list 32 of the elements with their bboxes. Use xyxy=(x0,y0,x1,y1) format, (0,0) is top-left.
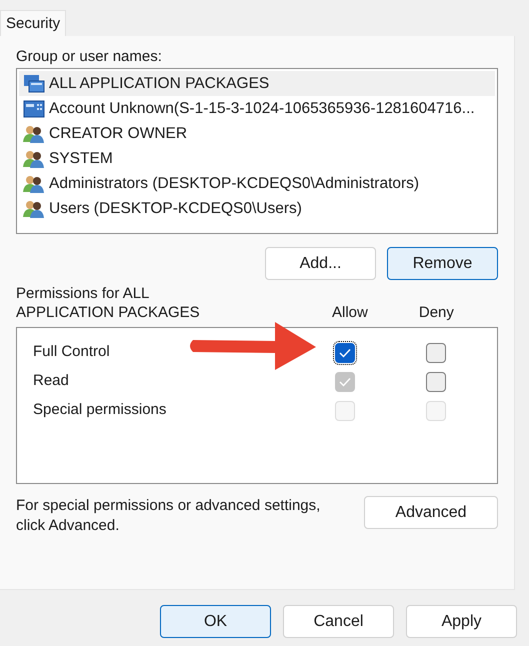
permission-name: Special permissions xyxy=(33,400,168,420)
checkbox[interactable] xyxy=(335,342,355,362)
permission-name: Read xyxy=(33,371,70,392)
list-item[interactable]: Users (DESKTOP-KCDEQS0\Users) xyxy=(19,196,495,221)
tab[interactable]: Security xyxy=(0,10,66,36)
users-icon xyxy=(23,174,45,192)
list-item[interactable]: CREATOR OWNER xyxy=(19,121,495,146)
button[interactable]: Add... xyxy=(265,247,376,280)
checkbox[interactable] xyxy=(426,372,446,392)
list-item[interactable]: ALL APPLICATION PACKAGES xyxy=(19,71,495,96)
list-item[interactable]: SYSTEM xyxy=(19,146,495,171)
check-icon xyxy=(339,348,351,358)
button[interactable]: Remove xyxy=(387,247,498,280)
checkbox[interactable] xyxy=(426,342,446,362)
button[interactable]: Apply xyxy=(406,605,517,638)
users-icon xyxy=(23,200,45,218)
users-icon xyxy=(23,124,45,142)
list-item[interactable]: Account Unknown(S-1-15-3-1024-1065365936-1281604716... xyxy=(19,96,495,121)
permission-name: Full Control xyxy=(33,342,111,362)
users-icon xyxy=(23,150,45,168)
advanced-hint: For special permissions or advanced settings, click Advanced. xyxy=(16,496,322,536)
permissions-label: Permissions for ALL APPLICATION PACKAGES xyxy=(16,284,201,322)
list-label: Group or user names: xyxy=(16,47,163,67)
advanced-button[interactable]: Advanced xyxy=(364,496,498,529)
button[interactable]: Cancel xyxy=(283,605,394,638)
check-icon xyxy=(339,376,351,386)
list-item[interactable]: Administrators (DESKTOP-KCDEQS0\Administrators) xyxy=(19,171,495,196)
column-header: Deny xyxy=(418,303,454,322)
computer-icon xyxy=(23,100,45,118)
button[interactable]: OK xyxy=(160,605,271,638)
computer-icon xyxy=(23,74,45,94)
column-header: Allow xyxy=(332,303,368,322)
